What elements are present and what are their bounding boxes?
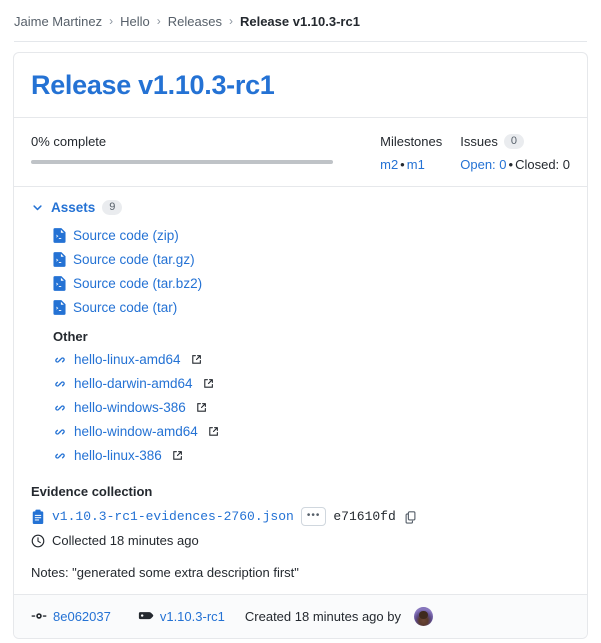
asset-row: Source code (tar.gz) — [53, 248, 570, 272]
issues-open-link[interactable]: Open: 0 — [460, 157, 506, 172]
breadcrumb-separator-icon: › — [228, 14, 233, 28]
breadcrumb-separator-icon: › — [156, 14, 161, 28]
assets-label: Assets — [51, 199, 96, 215]
breadcrumb-item-current: Release v1.10.3-rc1 — [239, 13, 360, 29]
file-code-icon — [53, 228, 66, 244]
asset-link-source-zip[interactable]: Source code (zip) — [73, 228, 179, 243]
evidence-hash: e71610fd — [333, 509, 396, 525]
issues-separator: • — [508, 156, 514, 172]
issues-count-badge: 0 — [503, 133, 524, 149]
release-card: Release v1.10.3-rc1 0% complete Mileston… — [13, 52, 588, 639]
assets-section: Assets 9 Source code (zip) Source code (… — [14, 187, 587, 478]
progress-section: 0% complete — [31, 134, 362, 164]
issues-heading-label: Issues — [460, 133, 498, 149]
release-title-area: Release v1.10.3-rc1 — [14, 53, 587, 117]
breadcrumb: Jaime Martinez › Hello › Releases › Rele… — [0, 0, 601, 33]
clipboard-icon — [31, 509, 45, 525]
chevron-down-icon — [31, 201, 44, 214]
evidence-more-button[interactable]: ••• — [300, 507, 327, 527]
asset-link-hello-linux-386[interactable]: hello-linux-386 — [74, 448, 162, 463]
external-link-icon — [208, 426, 219, 437]
asset-row: Source code (zip) — [53, 224, 570, 248]
file-code-icon — [53, 300, 66, 316]
milestones-section: Milestones m2 • m1 — [362, 134, 442, 172]
evidence-file-row: v1.10.3-rc1-evidences-2760.json ••• e716… — [31, 505, 570, 529]
evidence-collection-heading: Evidence collection — [31, 483, 153, 499]
milestones-heading-label: Milestones — [380, 133, 443, 149]
breadcrumb-item-owner[interactable]: Jaime Martinez — [14, 14, 102, 29]
asset-link-source-targz[interactable]: Source code (tar.gz) — [73, 252, 195, 267]
milestones-separator: • — [400, 156, 405, 172]
link-icon — [53, 377, 67, 391]
milestone-link-m1[interactable]: m1 — [407, 157, 425, 172]
header-divider — [14, 41, 587, 42]
breadcrumb-item-repo[interactable]: Hello — [120, 14, 150, 29]
tag-icon — [138, 610, 154, 623]
evidence-collected-row: Collected 18 minutes ago — [31, 529, 570, 553]
link-icon — [53, 353, 67, 367]
commit-sha-link[interactable]: 8e062037 — [53, 609, 111, 624]
issues-heading: Issues 0 — [460, 133, 570, 149]
evidence-collection-section: Evidence collection v1.10.3-rc1-evidence… — [14, 478, 587, 553]
milestones-heading: Milestones — [380, 134, 442, 149]
external-link-icon — [196, 402, 207, 413]
progress-bar — [31, 159, 333, 164]
asset-link-source-tarbz2[interactable]: Source code (tar.bz2) — [73, 276, 202, 291]
assets-toggle[interactable]: Assets 9 — [31, 199, 570, 215]
asset-link-hello-darwin-amd64[interactable]: hello-darwin-amd64 — [74, 376, 193, 391]
assets-count-badge: 9 — [102, 199, 123, 215]
other-assets-heading: Other — [53, 328, 88, 344]
link-icon — [53, 449, 67, 463]
avatar[interactable] — [414, 606, 433, 626]
issues-closed-label: Closed: 0 — [515, 156, 570, 172]
evidence-collected-text: Collected 18 minutes ago — [52, 533, 199, 549]
issues-counts: Open: 0 • Closed: 0 — [460, 157, 570, 172]
page-title[interactable]: Release v1.10.3-rc1 — [31, 70, 570, 101]
clock-icon — [31, 534, 45, 548]
external-link-icon — [172, 450, 183, 461]
asset-row: hello-window-amd64 — [53, 420, 570, 444]
milestones-list: m2 • m1 — [380, 157, 442, 172]
assets-list: Source code (zip) Source code (tar.gz) S… — [31, 224, 570, 468]
asset-row: Source code (tar.bz2) — [53, 272, 570, 296]
progress-label: 0% complete — [31, 133, 107, 149]
asset-row: hello-linux-386 — [53, 444, 570, 468]
release-footer: 8e062037 v1.10.3-rc1 Created 18 minutes … — [14, 593, 587, 638]
file-code-icon — [53, 276, 66, 292]
evidence-file-link[interactable]: v1.10.3-rc1-evidences-2760.json — [52, 509, 294, 524]
asset-row: hello-windows-386 — [53, 396, 570, 420]
release-notes: Notes: "generated some extra description… — [31, 564, 299, 580]
copy-icon[interactable] — [404, 510, 417, 524]
asset-row: Source code (tar) — [53, 296, 570, 320]
git-commit-icon — [31, 609, 47, 623]
milestone-link-m2[interactable]: m2 — [380, 157, 398, 172]
asset-link-hello-linux-amd64[interactable]: hello-linux-amd64 — [74, 352, 181, 367]
breadcrumb-item-releases[interactable]: Releases — [168, 14, 222, 29]
link-icon — [53, 401, 67, 415]
tag-reference[interactable]: v1.10.3-rc1 — [138, 609, 225, 624]
external-link-icon — [203, 378, 214, 389]
issues-section: Issues 0 Open: 0 • Closed: 0 — [442, 133, 570, 172]
created-text: Created 18 minutes ago by — [244, 608, 401, 624]
link-icon — [53, 425, 67, 439]
asset-link-hello-windows-386[interactable]: hello-windows-386 — [74, 400, 186, 415]
commit-reference[interactable]: 8e062037 — [31, 609, 111, 624]
breadcrumb-separator-icon: › — [109, 14, 114, 28]
release-stats-row: 0% complete Milestones m2 • m1 Issues 0 Op… — [14, 118, 587, 186]
tag-name-link[interactable]: v1.10.3-rc1 — [160, 609, 225, 624]
file-code-icon — [53, 252, 66, 268]
asset-link-source-tar[interactable]: Source code (tar) — [73, 300, 177, 315]
asset-row: hello-darwin-amd64 — [53, 372, 570, 396]
external-link-icon — [191, 354, 202, 365]
asset-row: hello-linux-amd64 — [53, 348, 570, 372]
asset-link-hello-window-amd64[interactable]: hello-window-amd64 — [74, 424, 198, 439]
